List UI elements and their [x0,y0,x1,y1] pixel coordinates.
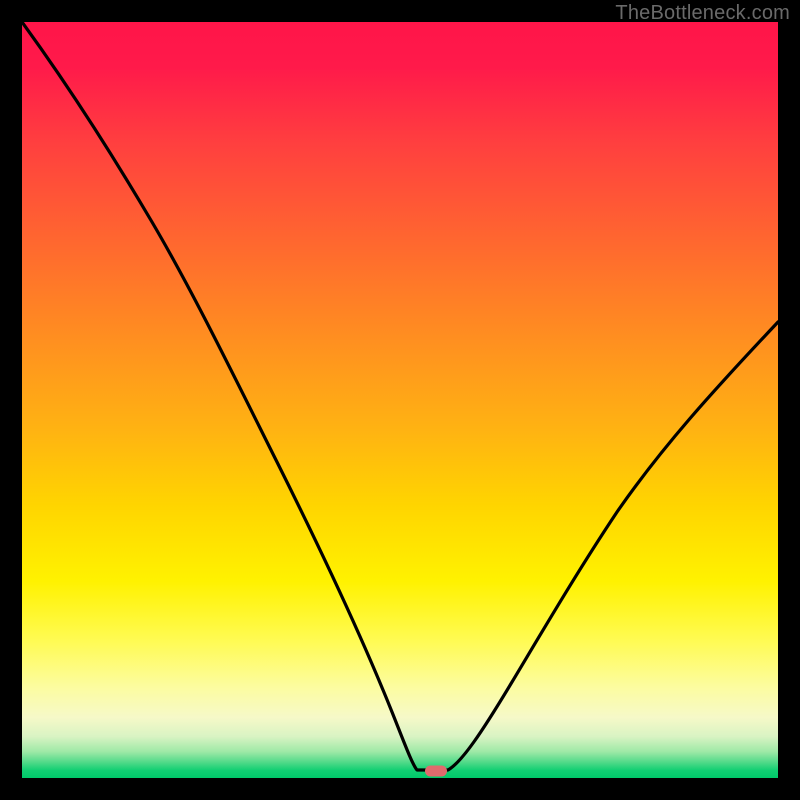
curve-path [22,22,778,770]
bottleneck-marker [425,766,447,777]
plot-area [22,22,778,778]
watermark-text: TheBottleneck.com [615,2,790,25]
bottleneck-curve [22,22,778,778]
chart-stage: TheBottleneck.com [0,0,800,800]
